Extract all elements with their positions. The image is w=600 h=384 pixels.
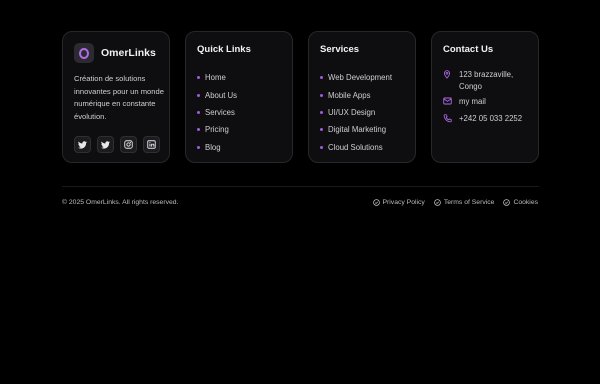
instagram-icon[interactable] bbox=[120, 136, 137, 153]
service-link-cloud-solutions[interactable]: Cloud Solutions bbox=[320, 139, 392, 156]
logo-icon bbox=[74, 43, 94, 63]
contact-list: 123 brazzaville, Congo my mail +242 05 0… bbox=[443, 69, 523, 130]
services-card: Services Web Development Mobile Apps UI/… bbox=[308, 31, 416, 163]
twitter-icon[interactable] bbox=[97, 136, 114, 153]
quick-links-card: Quick Links Home About Us Services Prici… bbox=[185, 31, 293, 163]
contact-address: 123 brazzaville, Congo bbox=[443, 69, 523, 92]
check-circle-icon bbox=[372, 199, 380, 206]
terms-of-service-link[interactable]: Terms of Service bbox=[434, 199, 495, 206]
quick-link-services[interactable]: Services bbox=[197, 104, 237, 121]
quick-links-list: Home About Us Services Pricing Blog bbox=[197, 69, 237, 156]
mail-icon bbox=[443, 96, 452, 109]
brand-card: OmerLinks Création de solutions innovant… bbox=[62, 31, 170, 163]
phone-text: +242 05 033 2252 bbox=[459, 113, 523, 123]
quick-link-about-us[interactable]: About Us bbox=[197, 86, 237, 103]
cookies-link[interactable]: Cookies bbox=[503, 199, 538, 206]
bullet-icon bbox=[197, 145, 200, 149]
contact-card: Contact Us 123 brazzaville, Congo my mai… bbox=[431, 31, 539, 163]
link-label: Digital Marketing bbox=[328, 125, 387, 135]
copyright-text: © 2025 OmerLinks. All rights reserved. bbox=[62, 199, 179, 206]
link-label: Cloud Solutions bbox=[328, 142, 383, 152]
bullet-icon bbox=[320, 110, 323, 114]
privacy-policy-link[interactable]: Privacy Policy bbox=[372, 199, 425, 206]
quick-link-blog[interactable]: Blog bbox=[197, 139, 237, 156]
bullet-icon bbox=[320, 93, 323, 97]
twitter-icon[interactable] bbox=[74, 136, 91, 153]
address-text: 123 brazzaville, Congo bbox=[459, 70, 514, 91]
linkedin-icon[interactable] bbox=[143, 136, 160, 153]
check-circle-icon bbox=[434, 199, 441, 206]
link-label: Home bbox=[205, 73, 226, 83]
social-links bbox=[74, 136, 160, 153]
quick-links-heading: Quick Links bbox=[197, 44, 251, 55]
bullet-icon bbox=[197, 110, 200, 114]
link-label: Web Development bbox=[328, 73, 392, 83]
legal-link-label: Terms of Service bbox=[443, 199, 495, 206]
quick-link-home[interactable]: Home bbox=[197, 69, 237, 86]
footer-divider bbox=[62, 186, 539, 187]
service-link-ui-ux-design[interactable]: UI/UX Design bbox=[320, 104, 392, 121]
link-label: UI/UX Design bbox=[328, 107, 376, 117]
legal-link-label: Privacy Policy bbox=[382, 199, 425, 206]
bullet-icon bbox=[320, 76, 323, 80]
bullet-icon bbox=[320, 145, 323, 149]
phone-icon bbox=[443, 113, 452, 127]
contact-phone[interactable]: +242 05 033 2252 bbox=[443, 113, 523, 127]
brand[interactable]: OmerLinks bbox=[74, 43, 156, 63]
bullet-icon bbox=[197, 128, 200, 132]
services-list: Web Development Mobile Apps UI/UX Design… bbox=[320, 69, 392, 156]
quick-link-pricing[interactable]: Pricing bbox=[197, 121, 237, 138]
contact-email[interactable]: my mail bbox=[443, 96, 523, 109]
link-label: About Us bbox=[205, 90, 238, 100]
brand-name: OmerLinks bbox=[101, 47, 156, 59]
email-text: my mail bbox=[459, 97, 486, 106]
legal-link-label: Cookies bbox=[513, 199, 538, 206]
link-label: Services bbox=[205, 107, 235, 117]
check-circle-icon bbox=[503, 199, 511, 206]
service-link-mobile-apps[interactable]: Mobile Apps bbox=[320, 86, 392, 103]
bullet-icon bbox=[197, 93, 200, 97]
link-label: Mobile Apps bbox=[328, 90, 371, 100]
services-heading: Services bbox=[320, 44, 360, 55]
link-label: Blog bbox=[205, 142, 221, 152]
service-link-web-development[interactable]: Web Development bbox=[320, 69, 392, 86]
bullet-icon bbox=[197, 76, 200, 80]
link-label: Pricing bbox=[205, 125, 229, 135]
contact-heading: Contact Us bbox=[443, 44, 494, 55]
map-pin-icon bbox=[443, 69, 452, 92]
service-link-digital-marketing[interactable]: Digital Marketing bbox=[320, 121, 392, 138]
bullet-icon bbox=[320, 128, 323, 132]
legal-links: Privacy Policy Terms of Service Cookies bbox=[372, 199, 538, 206]
brand-tagline: Création de solutions innovantes pour un… bbox=[74, 74, 164, 121]
